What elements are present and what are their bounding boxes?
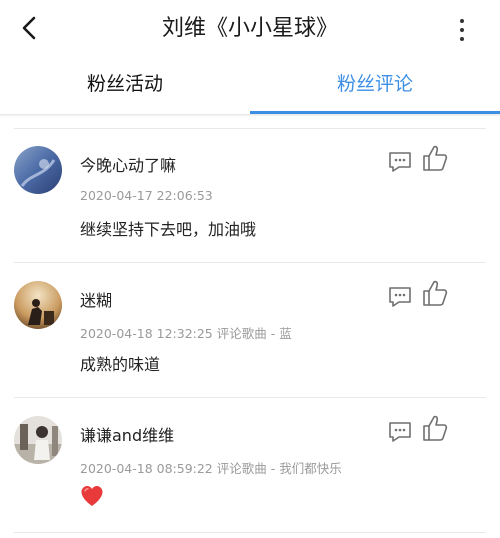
divider <box>14 532 486 533</box>
tabs-shadow <box>0 114 500 117</box>
comment-content <box>80 486 104 507</box>
comment-content: 成熟的味道 <box>80 355 161 374</box>
tab-fan-activity[interactable]: 粉丝活动 <box>0 58 250 114</box>
comment-item: 今晚心动了嘛 2020-04-17 22:06:53 继续坚持下去吧，加油哦 <box>0 128 500 263</box>
comment-username[interactable]: 今晚心动了嘛 <box>80 152 176 176</box>
tab-bar: 粉丝活动 粉丝评论 <box>0 58 500 114</box>
avatar-image <box>14 281 62 329</box>
chevron-left-icon <box>22 16 36 40</box>
comment-timestamp: 2020-04-18 12:32:25 评论歌曲 - 蓝 <box>80 326 292 341</box>
comment-username[interactable]: 迷糊 <box>80 287 112 311</box>
app-root: 刘维《小小星球》 粉丝活动 粉丝评论 今晚心动了嘛 2020-04-17 22:… <box>0 0 500 538</box>
comment-timestamp: 2020-04-18 08:59:22 评论歌曲 - 我们都快乐 <box>80 461 342 476</box>
back-button[interactable] <box>14 12 46 44</box>
heart-icon <box>81 486 103 506</box>
comment-reply-icon[interactable] <box>387 420 413 444</box>
tab-label: 粉丝活动 <box>86 73 163 95</box>
comment-content: 继续坚持下去吧，加油哦 <box>80 220 257 239</box>
avatar[interactable] <box>14 416 62 464</box>
tab-label: 粉丝评论 <box>336 73 413 95</box>
thumbs-up-icon[interactable] <box>422 144 448 172</box>
avatar[interactable] <box>14 281 62 329</box>
comment-item: 迷糊 2020-04-18 12:32:25 评论歌曲 - 蓝 成熟的味道 <box>0 263 500 398</box>
more-button[interactable] <box>446 14 478 46</box>
comment-item: 谦谦and维维 2020-04-18 08:59:22 评论歌曲 - 我们都快乐 <box>0 398 500 533</box>
page-title: 刘维《小小星球》 <box>161 16 338 41</box>
comment-timestamp: 2020-04-17 22:06:53 <box>80 188 213 203</box>
more-vertical-icon <box>460 19 464 23</box>
tab-fan-comments[interactable]: 粉丝评论 <box>250 58 500 114</box>
header-bar: 刘维《小小星球》 <box>0 0 500 58</box>
comment-reply-icon[interactable] <box>387 150 413 174</box>
avatar-image <box>14 416 62 464</box>
thumbs-up-icon[interactable] <box>422 414 448 442</box>
avatar[interactable] <box>14 146 62 194</box>
thumbs-up-icon[interactable] <box>422 279 448 307</box>
comment-username[interactable]: 谦谦and维维 <box>80 422 174 446</box>
avatar-image <box>14 146 62 194</box>
comment-reply-icon[interactable] <box>387 285 413 309</box>
